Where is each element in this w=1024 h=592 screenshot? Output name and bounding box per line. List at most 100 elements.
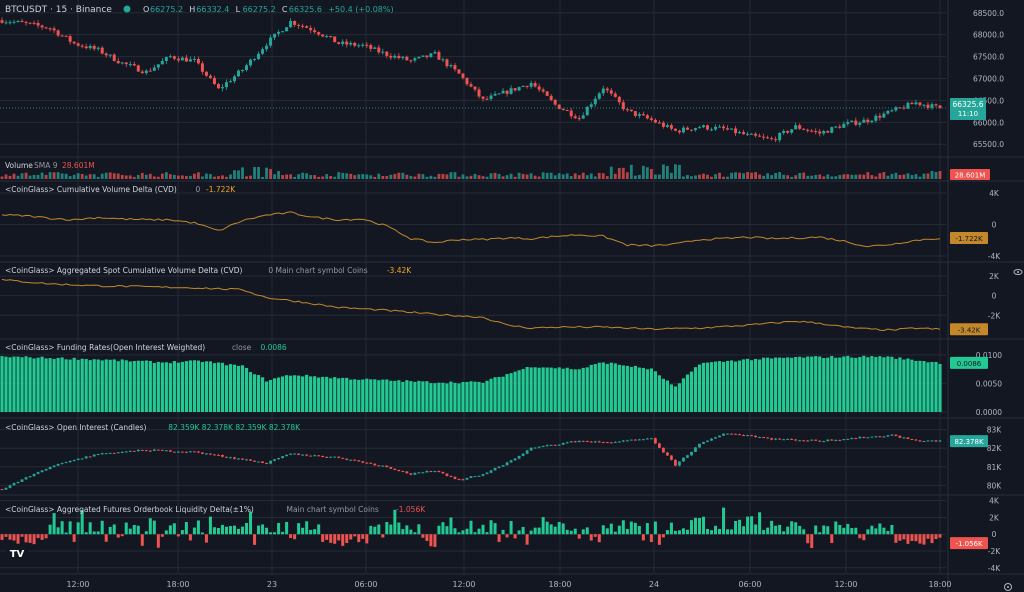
price-candle[interactable] (882, 113, 886, 118)
volume-bar[interactable] (922, 173, 926, 179)
liq-bar[interactable] (481, 524, 485, 535)
volume-bar[interactable] (882, 172, 886, 179)
oi-candle[interactable] (662, 447, 665, 453)
volume-bar[interactable] (593, 176, 597, 179)
funding-bar[interactable] (220, 362, 225, 412)
funding-bar[interactable] (140, 360, 144, 412)
volume-bar[interactable] (786, 175, 790, 179)
volume-bar[interactable] (537, 176, 541, 179)
volume-bar[interactable] (68, 176, 72, 179)
price-candle[interactable] (204, 71, 208, 76)
price-candle[interactable] (922, 104, 926, 106)
liq-bar[interactable] (437, 525, 441, 535)
price-candle[interactable] (918, 102, 922, 106)
price-candle[interactable] (649, 118, 653, 120)
liq-bar[interactable] (196, 520, 200, 535)
oi-candle[interactable] (369, 462, 373, 464)
price-candle[interactable] (100, 47, 104, 54)
funding-bar[interactable] (810, 356, 814, 412)
volume-bar[interactable] (325, 174, 329, 179)
oi-candle[interactable] (405, 471, 409, 474)
oi-candle[interactable] (333, 456, 337, 458)
liq-bar[interactable] (445, 526, 449, 535)
liq-bar[interactable] (561, 523, 565, 535)
liq-bar[interactable] (734, 521, 738, 535)
volume-bar[interactable] (205, 173, 208, 179)
liq-bar[interactable] (858, 534, 862, 539)
volume-bar[interactable] (437, 173, 441, 179)
oi-candle[interactable] (926, 440, 930, 442)
funding-bar[interactable] (136, 360, 140, 412)
volume-bar[interactable] (529, 173, 533, 179)
liq-bar[interactable] (665, 530, 669, 535)
liq-bar[interactable] (84, 532, 88, 535)
funding-bar[interactable] (918, 360, 922, 412)
volume-bar[interactable] (850, 174, 854, 179)
funding-bar[interactable] (930, 361, 934, 412)
volume-bar[interactable] (649, 168, 653, 179)
volume-bar[interactable] (710, 176, 713, 179)
price-candle[interactable] (657, 122, 661, 124)
volume-bar[interactable] (176, 175, 180, 179)
price-candle[interactable] (685, 127, 689, 130)
liq-bar[interactable] (613, 531, 617, 535)
funding-bar[interactable] (882, 357, 886, 412)
volume-bar[interactable] (120, 174, 124, 179)
price-candle[interactable] (333, 36, 337, 43)
price-candle[interactable] (469, 84, 473, 87)
price-candle[interactable] (858, 122, 862, 125)
oi-candle[interactable] (229, 457, 232, 459)
funding-bar[interactable] (52, 359, 56, 412)
liq-bar[interactable] (685, 529, 689, 535)
liq-bar[interactable] (469, 520, 473, 535)
liq-bar[interactable] (822, 525, 826, 535)
volume-bar[interactable] (597, 172, 601, 179)
funding-bar[interactable] (333, 377, 337, 412)
price-candle[interactable] (325, 36, 329, 38)
volume-bar[interactable] (938, 171, 942, 179)
liq-bar[interactable] (88, 522, 92, 535)
oi-candle[interactable] (641, 439, 645, 441)
funding-bar[interactable] (637, 367, 641, 412)
funding-bar[interactable] (681, 378, 686, 412)
volume-bar[interactable] (750, 172, 753, 179)
volume-bar[interactable] (104, 172, 108, 179)
price-candle[interactable] (321, 34, 325, 37)
oi-candle[interactable] (637, 439, 641, 441)
price-candle[interactable] (738, 132, 742, 134)
liq-bar[interactable] (220, 524, 224, 535)
funding-bar[interactable] (581, 367, 585, 412)
oi-candle[interactable] (489, 470, 493, 473)
oi-candle[interactable] (814, 439, 818, 441)
price-candle[interactable] (710, 129, 714, 131)
price-candle[interactable] (253, 59, 257, 61)
funding-bar[interactable] (96, 359, 100, 412)
price-candle[interactable] (132, 64, 136, 66)
liq-bar[interactable] (429, 534, 433, 547)
funding-bar[interactable] (313, 376, 317, 412)
volume-bar[interactable] (293, 176, 297, 179)
funding-bar[interactable] (224, 365, 229, 412)
liq-bar[interactable] (341, 534, 345, 546)
funding-bar[interactable] (441, 382, 445, 412)
price-candle[interactable] (44, 27, 48, 29)
volume-bar[interactable] (261, 176, 264, 179)
funding-bar[interactable] (649, 368, 653, 412)
oi-candle[interactable] (870, 436, 874, 438)
oi-candle[interactable] (649, 438, 653, 440)
funding-bar[interactable] (749, 360, 754, 412)
oi-candle[interactable] (329, 456, 333, 458)
funding-bar[interactable] (617, 364, 621, 412)
price-candle[interactable] (373, 47, 377, 49)
liq-bar[interactable] (722, 507, 726, 535)
oi-candle[interactable] (277, 458, 280, 460)
funding-bar[interactable] (56, 357, 60, 412)
liq-bar[interactable] (389, 524, 393, 535)
price-candle[interactable] (357, 45, 361, 47)
funding-title[interactable]: <CoinGlass> Funding Rates(Open Interest … (5, 343, 205, 352)
liq-bar[interactable] (20, 534, 24, 537)
liq-bar[interactable] (726, 529, 730, 535)
price-candle[interactable] (533, 83, 537, 87)
funding-bar[interactable] (228, 364, 233, 412)
volume-bar[interactable] (136, 174, 140, 179)
